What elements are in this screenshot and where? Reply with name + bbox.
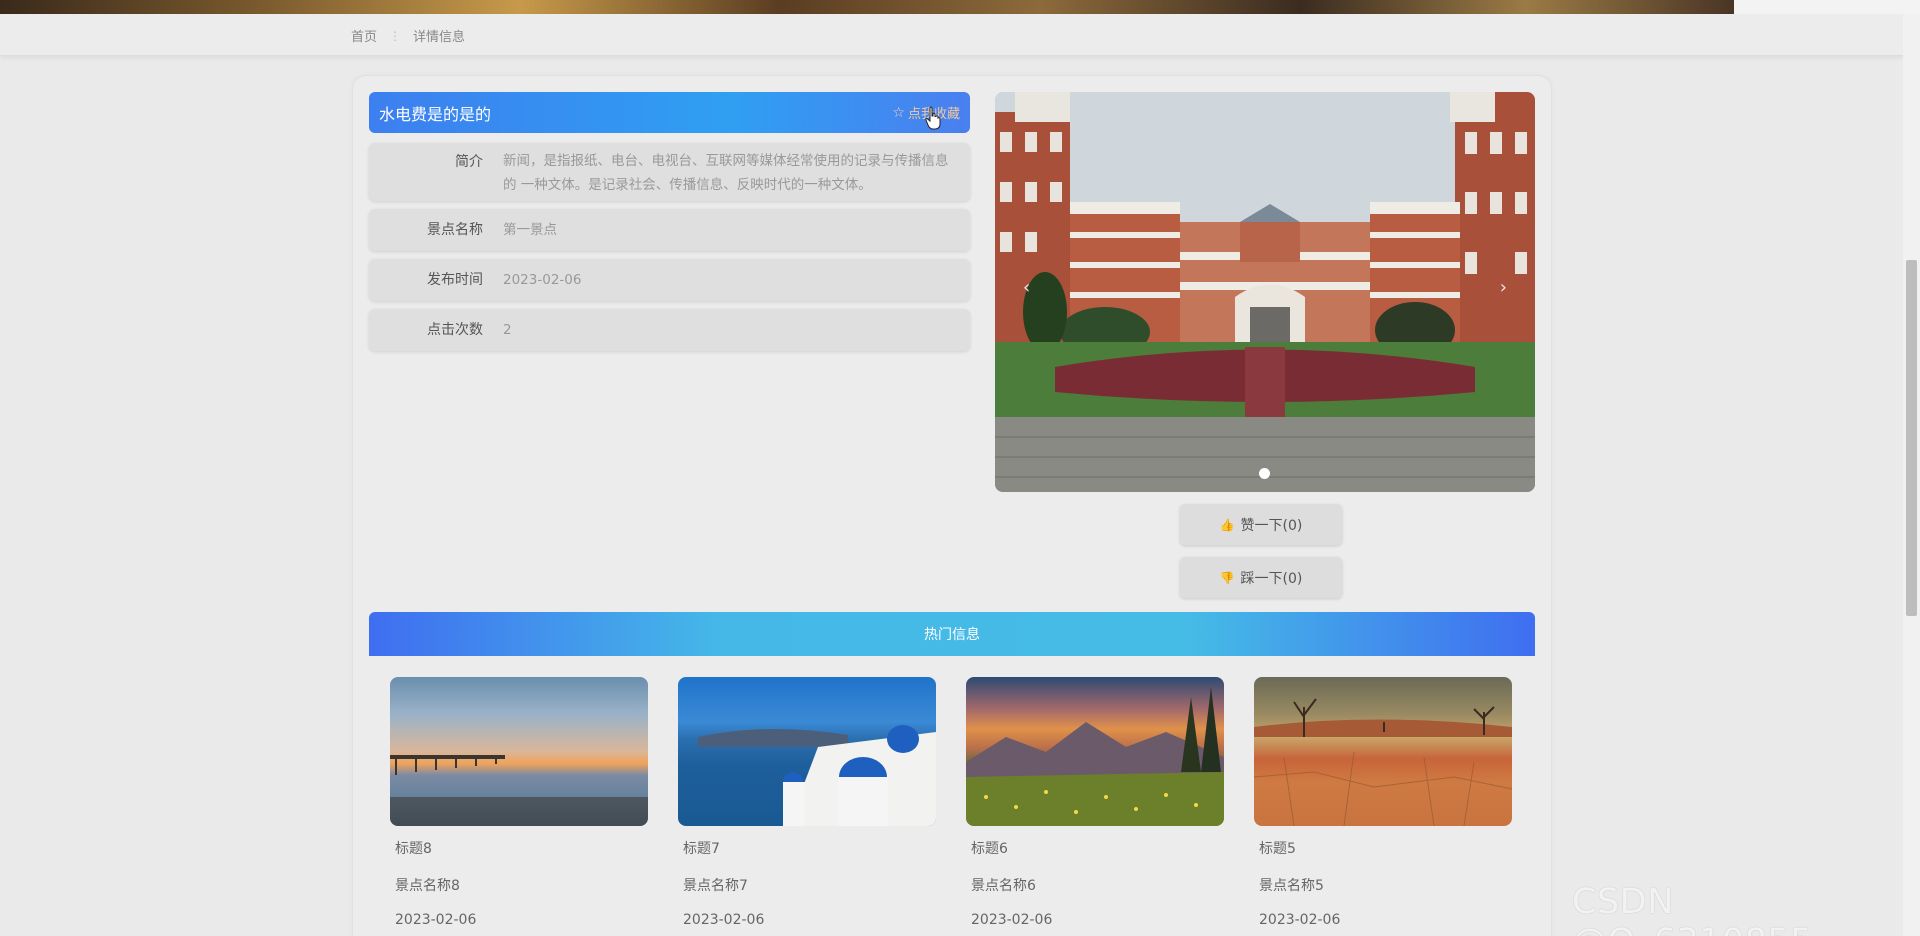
like-label: 赞一下(0) [1240, 517, 1303, 534]
hand-cursor-icon [925, 106, 941, 130]
star-icon: ☆ [892, 104, 905, 121]
info-value: 2023-02-06 [503, 272, 582, 288]
info-value: 2 [503, 322, 512, 338]
scrollbar-track[interactable] [1903, 14, 1920, 936]
info-label: 发布时间 [427, 272, 483, 288]
hot-item-spot-name: 景点名称5 [1259, 878, 1324, 894]
hot-item-date: 2023-02-06 [395, 912, 477, 928]
info-row-click-count: 点击次数 2 [369, 309, 970, 351]
hot-item-title[interactable]: 标题7 [683, 838, 936, 858]
pier-sunset-photo [390, 755, 648, 826]
hot-item-image[interactable] [1254, 677, 1512, 826]
image-carousel[interactable]: ‹ › [995, 92, 1535, 492]
hot-item-image[interactable] [390, 677, 648, 826]
hot-item-spot-name: 景点名称7 [683, 878, 748, 894]
scrollbar-thumb[interactable] [1906, 260, 1917, 616]
dislike-label: 踩一下(0) [1240, 570, 1303, 587]
info-value: 新闻，是指报纸、电台、电视台、互联网等媒体经常使用的记录与传播信息的 一种文体。… [503, 153, 949, 193]
hot-item-date: 2023-02-06 [971, 912, 1053, 928]
detail-title: 水电费是的是的 [379, 104, 492, 124]
hot-item-card[interactable]: 标题7 景点名称7 2023-02-06 [678, 677, 936, 928]
top-banner-image [0, 0, 1734, 14]
hot-item-date: 2023-02-06 [683, 912, 765, 928]
meadow-mountain-photo [966, 687, 1224, 826]
hot-info-header: 热门信息 [369, 612, 1535, 656]
carousel-next-arrow[interactable]: › [1500, 277, 1507, 298]
dislike-button[interactable]: 👎 踩一下(0) [1180, 557, 1342, 598]
hot-item-title[interactable]: 标题5 [1259, 838, 1512, 858]
hot-item-card[interactable]: 标题5 景点名称5 2023-02-06 [1254, 677, 1512, 928]
info-label: 点击次数 [427, 322, 483, 338]
carousel-indicator-dot[interactable] [1259, 468, 1270, 479]
santorini-photo [698, 725, 936, 826]
breadcrumb: 首页 ⋮ 详情信息 [351, 26, 466, 46]
thumbs-up-icon: 👍 [1219, 517, 1235, 532]
info-value: 第一景点 [503, 222, 557, 238]
hot-item-card[interactable]: 标题6 景点名称6 2023-02-06 [966, 677, 1224, 928]
carousel-prev-arrow[interactable]: ‹ [1023, 277, 1030, 298]
breadcrumb-separator: ⋮ [389, 28, 402, 43]
watermark: CSDN @Q_6310855 [1572, 882, 1812, 936]
hot-item-spot-name: 景点名称8 [395, 878, 460, 894]
hot-item-title[interactable]: 标题6 [971, 838, 1224, 858]
info-row-summary: 简介 新闻，是指报纸、电台、电视台、互联网等媒体经常使用的记录与传播信息的 一种… [369, 143, 970, 201]
breadcrumb-current: 详情信息 [413, 30, 466, 45]
info-label: 简介 [455, 154, 483, 170]
hot-info-title: 热门信息 [924, 627, 980, 643]
like-button[interactable]: 👍 赞一下(0) [1180, 504, 1342, 545]
hot-item-spot-name: 景点名称6 [971, 878, 1036, 894]
breadcrumb-home-link[interactable]: 首页 [351, 26, 377, 45]
detail-title-bar: 水电费是的是的 ☆ 点我收藏 [369, 92, 970, 133]
hot-item-title[interactable]: 标题8 [395, 838, 648, 858]
campus-photo [995, 92, 1535, 492]
info-label: 景点名称 [427, 222, 483, 238]
info-row-spot-name: 景点名称 第一景点 [369, 209, 970, 251]
breadcrumb-bar: 首页 ⋮ 详情信息 [0, 14, 1903, 56]
hot-item-card[interactable]: 标题8 景点名称8 2023-02-06 [390, 677, 648, 928]
top-banner-side [1734, 0, 1920, 14]
desert-photo [1254, 698, 1512, 826]
page: 首页 ⋮ 详情信息 水电费是的是的 ☆ 点我收藏 简介 新闻，是指报纸、电台、电… [0, 0, 1920, 936]
hot-item-date: 2023-02-06 [1259, 912, 1341, 928]
info-row-publish-time: 发布时间 2023-02-06 [369, 259, 970, 301]
hot-item-image[interactable] [966, 677, 1224, 826]
hot-item-image[interactable] [678, 677, 936, 826]
thumbs-down-icon: 👎 [1219, 570, 1235, 585]
